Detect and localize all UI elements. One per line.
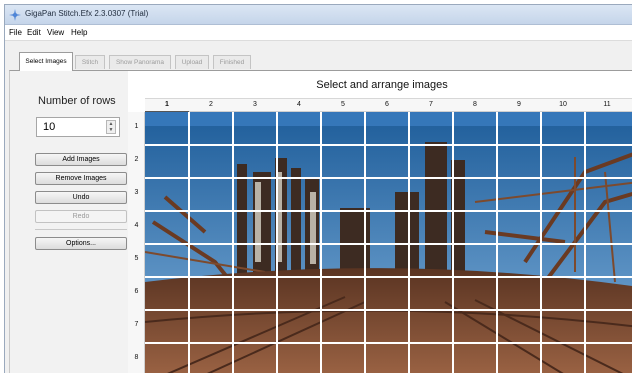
column-header-10[interactable]: 10 xyxy=(541,101,585,108)
app-window: GigaPan Stitch.Efx 2.3.0307 (Trial) File… xyxy=(4,4,632,373)
tab-show-panorama[interactable]: Show Panorama xyxy=(109,55,171,69)
grid-title: Select and arrange images xyxy=(316,79,448,91)
row-header-1[interactable]: 1 xyxy=(128,123,145,130)
menu-edit[interactable]: Edit xyxy=(27,28,41,37)
column-header-9[interactable]: 9 xyxy=(497,101,541,108)
number-of-rows-value: 10 xyxy=(43,121,56,133)
button-separator xyxy=(35,229,127,230)
left-control-panel: Number of rows 10 ▲ ▼ Add Images Remove … xyxy=(10,71,128,373)
tab-upload[interactable]: Upload xyxy=(175,55,209,69)
column-header-7[interactable]: 7 xyxy=(409,101,453,108)
number-of-rows-spinner[interactable]: 10 ▲ ▼ xyxy=(36,117,120,137)
row-header-7[interactable]: 7 xyxy=(128,321,145,328)
column-header-2[interactable]: 2 xyxy=(189,101,233,108)
column-header-5[interactable]: 5 xyxy=(321,101,365,108)
menu-file[interactable]: File xyxy=(9,28,22,37)
remove-images-button[interactable]: Remove Images xyxy=(35,172,127,185)
spinner-down-icon[interactable]: ▼ xyxy=(107,127,115,133)
menu-bar: File Edit View Help xyxy=(5,25,632,41)
panorama-image-grid[interactable] xyxy=(145,112,632,373)
tab-finished[interactable]: Finished xyxy=(213,55,251,69)
gigapan-app-icon xyxy=(9,9,21,21)
row-header-4[interactable]: 4 xyxy=(128,222,145,229)
tab-stitch[interactable]: Stitch xyxy=(75,55,105,69)
column-header-11[interactable]: 11 xyxy=(585,101,629,108)
row-header-8[interactable]: 8 xyxy=(128,354,145,361)
column-header-bar: 1 2 3 4 5 6 7 8 9 10 11 xyxy=(145,98,632,113)
tab-strip: Select Images Stitch Show Panorama Uploa… xyxy=(5,41,632,71)
redo-button[interactable]: Redo xyxy=(35,210,127,223)
row-header-2[interactable]: 2 xyxy=(128,156,145,163)
undo-button[interactable]: Undo xyxy=(35,191,127,204)
add-images-button[interactable]: Add Images xyxy=(35,153,127,166)
number-of-rows-label: Number of rows xyxy=(38,95,116,107)
window-title: GigaPan Stitch.Efx 2.3.0307 (Trial) xyxy=(25,9,149,18)
row-header-5[interactable]: 5 xyxy=(128,255,145,262)
column-header-4[interactable]: 4 xyxy=(277,101,321,108)
row-header-bar: 1 2 3 4 5 6 7 8 xyxy=(128,112,145,373)
column-header-3[interactable]: 3 xyxy=(233,101,277,108)
menu-view[interactable]: View xyxy=(47,28,64,37)
column-header-6[interactable]: 6 xyxy=(365,101,409,108)
select-images-panel: Number of rows 10 ▲ ▼ Add Images Remove … xyxy=(9,70,632,373)
options-button[interactable]: Options... xyxy=(35,237,127,250)
row-header-3[interactable]: 3 xyxy=(128,189,145,196)
menu-help[interactable]: Help xyxy=(71,28,87,37)
spinner-buttons: ▲ ▼ xyxy=(106,120,116,134)
row-header-6[interactable]: 6 xyxy=(128,288,145,295)
tab-select-images[interactable]: Select Images xyxy=(19,52,73,71)
column-header-1[interactable]: 1 xyxy=(145,101,189,108)
title-bar: GigaPan Stitch.Efx 2.3.0307 (Trial) xyxy=(5,5,632,25)
column-header-8[interactable]: 8 xyxy=(453,101,497,108)
